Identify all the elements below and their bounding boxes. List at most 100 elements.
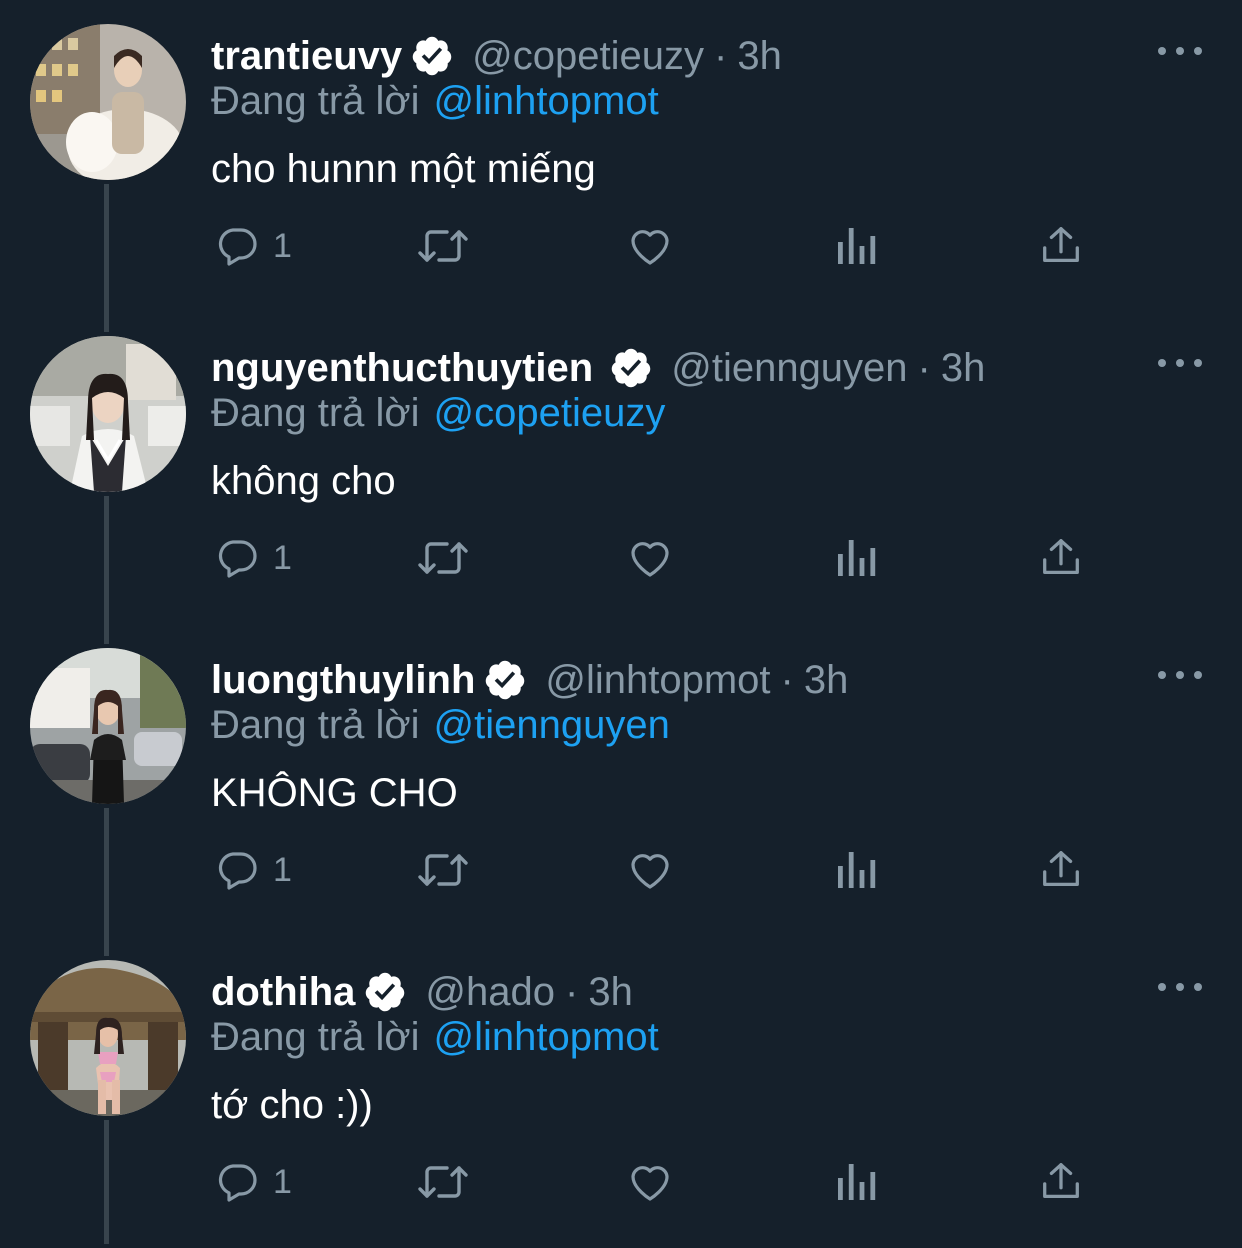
reply-button[interactable]: 1 — [213, 1156, 292, 1208]
mention-link[interactable]: @linhtopmot — [434, 79, 659, 123]
reply-count: 1 — [273, 850, 292, 889]
replying-to-label: Đang trả lời — [211, 1015, 420, 1059]
display-name[interactable]: dothiha — [211, 970, 355, 1015]
reply-count: 1 — [273, 226, 292, 265]
timestamp[interactable]: 3h — [588, 970, 633, 1015]
verified-badge-icon — [363, 970, 407, 1014]
replying-to-label: Đang trả lời — [211, 391, 420, 435]
retweet-icon — [418, 542, 468, 574]
retweet-icon — [418, 854, 468, 886]
like-button[interactable] — [624, 1156, 676, 1208]
more-options-icon[interactable] — [1158, 352, 1202, 374]
share-button[interactable] — [1038, 1156, 1084, 1208]
separator: · — [780, 657, 794, 702]
reply-button[interactable]: 1 — [213, 220, 292, 272]
share-icon — [1043, 539, 1079, 575]
more-options-icon[interactable] — [1158, 40, 1202, 62]
tweet-text: tớ cho :)) — [211, 1083, 373, 1127]
mention-link[interactable]: @copetieuzy — [434, 391, 666, 435]
like-button[interactable] — [624, 220, 676, 272]
retweet-button[interactable] — [414, 844, 472, 896]
like-icon — [631, 230, 669, 265]
action-bar: 1 — [0, 836, 1242, 906]
analytics-button[interactable] — [834, 220, 878, 272]
share-icon — [1043, 1163, 1079, 1199]
share-button[interactable] — [1038, 844, 1084, 896]
share-icon — [1043, 851, 1079, 887]
avatar[interactable] — [30, 960, 186, 1116]
like-icon — [631, 542, 669, 577]
tweet-header: trantieuvy @copetieuzy · 3h — [211, 30, 782, 82]
replying-to-label: Đang trả lời — [211, 79, 420, 123]
replying-to: Đang trả lời @linhtopmot — [211, 1015, 659, 1060]
verified-badge-icon — [483, 658, 527, 702]
analytics-button[interactable] — [834, 532, 878, 584]
analytics-button[interactable] — [834, 844, 878, 896]
retweet-icon — [418, 230, 468, 262]
reply-icon — [218, 540, 257, 578]
like-icon — [631, 854, 669, 889]
analytics-icon — [838, 1164, 876, 1200]
share-icon — [1043, 227, 1079, 263]
reply-icon — [218, 1164, 257, 1202]
tweet[interactable]: luongthuylinh @linhtopmot · 3h Đang trả … — [0, 624, 1242, 936]
handle[interactable]: @copetieuzy — [472, 34, 704, 79]
separator: · — [917, 345, 931, 390]
action-bar: 1 — [0, 1148, 1242, 1218]
tweet-text: không cho — [211, 459, 396, 503]
analytics-button[interactable] — [834, 1156, 878, 1208]
like-button[interactable] — [624, 532, 676, 584]
tweet-header: luongthuylinh @linhtopmot · 3h — [211, 654, 848, 706]
verified-badge-icon — [609, 346, 653, 390]
replying-to-label: Đang trả lời — [211, 703, 420, 747]
tweet-header: nguyenthucthuytien @tiennguyen · 3h — [211, 342, 985, 394]
retweet-button[interactable] — [414, 1156, 472, 1208]
reply-icon — [218, 228, 257, 266]
retweet-icon — [418, 1166, 468, 1198]
separator: · — [565, 969, 579, 1014]
avatar[interactable] — [30, 336, 186, 492]
analytics-icon — [838, 852, 876, 888]
timestamp[interactable]: 3h — [941, 346, 986, 391]
replying-to: Đang trả lời @copetieuzy — [211, 391, 665, 436]
reply-count: 1 — [273, 1162, 292, 1201]
like-icon — [631, 1166, 669, 1201]
display-name[interactable]: nguyenthucthuytien — [211, 346, 593, 391]
separator: · — [714, 33, 728, 78]
reply-button[interactable]: 1 — [213, 532, 292, 584]
handle[interactable]: @linhtopmot — [545, 658, 770, 703]
handle[interactable]: @tiennguyen — [671, 346, 907, 391]
reply-count: 1 — [273, 538, 292, 577]
like-button[interactable] — [624, 844, 676, 896]
tweet[interactable]: dothiha @hado · 3h Đang trả lời @linhtopm… — [0, 936, 1242, 1248]
tweet[interactable]: nguyenthucthuytien @tiennguyen · 3h Đang… — [0, 312, 1242, 624]
display-name[interactable]: trantieuvy — [211, 34, 402, 79]
replying-to: Đang trả lời @tiennguyen — [211, 703, 670, 748]
display-name[interactable]: luongthuylinh — [211, 658, 475, 703]
retweet-button[interactable] — [414, 220, 472, 272]
more-options-icon[interactable] — [1158, 664, 1202, 686]
tweet-text: KHÔNG CHO — [211, 771, 458, 815]
action-bar: 1 — [0, 524, 1242, 594]
action-bar: 1 — [0, 212, 1242, 282]
analytics-icon — [838, 540, 876, 576]
timestamp[interactable]: 3h — [737, 34, 782, 79]
avatar[interactable] — [30, 24, 186, 180]
mention-link[interactable]: @linhtopmot — [434, 1015, 659, 1059]
tweet[interactable]: trantieuvy @copetieuzy · 3h Đang trả lời… — [0, 0, 1242, 312]
retweet-button[interactable] — [414, 532, 472, 584]
verified-badge-icon — [410, 34, 454, 78]
replying-to: Đang trả lời @linhtopmot — [211, 79, 659, 124]
mention-link[interactable]: @tiennguyen — [434, 703, 670, 747]
avatar[interactable] — [30, 648, 186, 804]
more-options-icon[interactable] — [1158, 976, 1202, 998]
tweet-header: dothiha @hado · 3h — [211, 966, 633, 1018]
analytics-icon — [838, 228, 876, 264]
tweet-text: cho hunnn một miếng — [211, 147, 596, 191]
reply-icon — [218, 852, 257, 890]
share-button[interactable] — [1038, 532, 1084, 584]
handle[interactable]: @hado — [425, 970, 555, 1015]
timestamp[interactable]: 3h — [804, 658, 849, 703]
share-button[interactable] — [1038, 220, 1084, 272]
reply-button[interactable]: 1 — [213, 844, 292, 896]
